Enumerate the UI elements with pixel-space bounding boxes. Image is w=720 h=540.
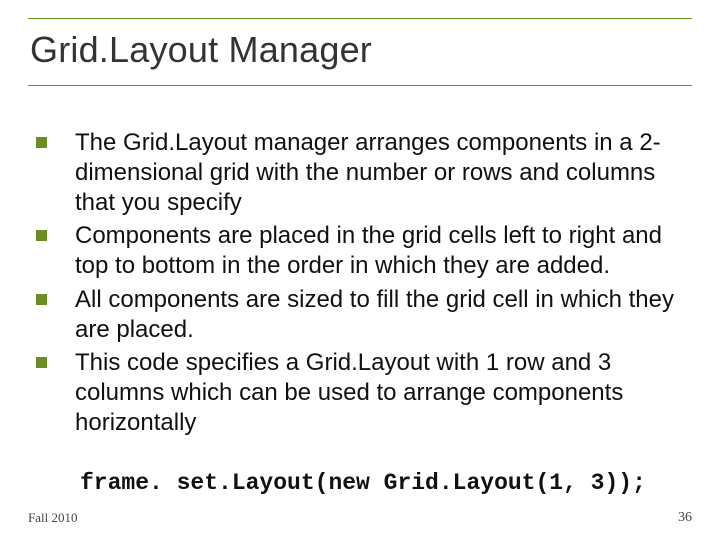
bullet-list: The Grid.Layout manager arranges compone… bbox=[28, 128, 692, 438]
bullet-text: The Grid.Layout manager arranges compone… bbox=[75, 128, 682, 217]
square-bullet-icon bbox=[36, 357, 47, 368]
slide-title: Grid.Layout Manager bbox=[30, 29, 692, 71]
square-bullet-icon bbox=[36, 137, 47, 148]
footer-left: Fall 2010 bbox=[28, 510, 77, 526]
bullet-text: Components are placed in the grid cells … bbox=[75, 221, 682, 281]
code-snippet: frame. set.Layout(new Grid.Layout(1, 3))… bbox=[80, 470, 692, 496]
slide: Grid.Layout Manager The Grid.Layout mana… bbox=[0, 0, 720, 540]
list-item: Components are placed in the grid cells … bbox=[36, 221, 682, 281]
title-container: Grid.Layout Manager bbox=[28, 18, 692, 86]
square-bullet-icon bbox=[36, 230, 47, 241]
bullet-text: This code specifies a Grid.Layout with 1… bbox=[75, 348, 682, 437]
square-bullet-icon bbox=[36, 294, 47, 305]
slide-number: 36 bbox=[678, 510, 692, 526]
list-item: The Grid.Layout manager arranges compone… bbox=[36, 128, 682, 217]
bullet-text: All components are sized to fill the gri… bbox=[75, 285, 682, 345]
list-item: All components are sized to fill the gri… bbox=[36, 285, 682, 345]
list-item: This code specifies a Grid.Layout with 1… bbox=[36, 348, 682, 437]
